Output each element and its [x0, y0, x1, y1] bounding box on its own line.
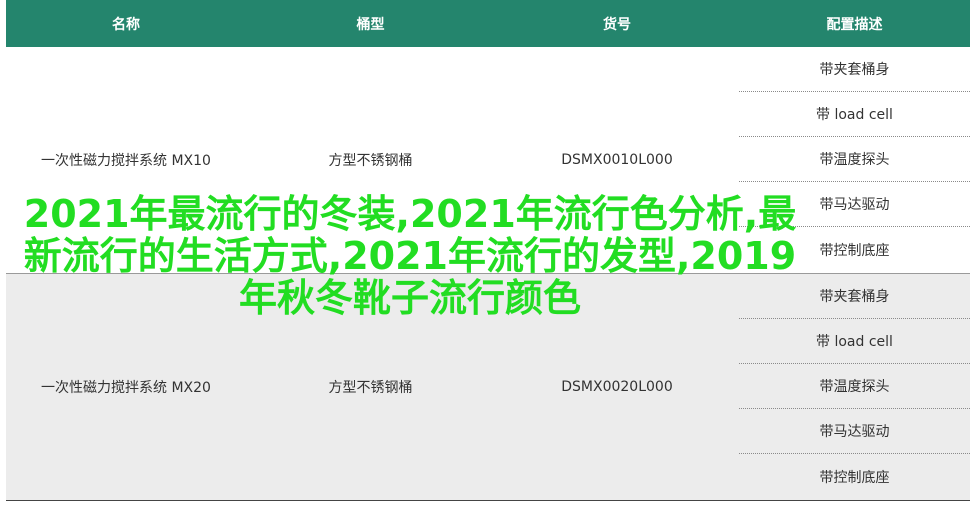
config-item: 带温度探头 [739, 364, 970, 409]
config-item: 带温度探头 [739, 137, 970, 182]
table-header: 名称 桶型 货号 配置描述 [6, 0, 970, 47]
config-item: 带 load cell [739, 319, 970, 364]
config-item: 带 load cell [739, 92, 970, 137]
header-name: 名称 [112, 16, 140, 33]
header-config: 配置描述 [826, 16, 883, 33]
header-sku: 货号 [603, 16, 631, 33]
config-item: 带马达驱动 [739, 409, 970, 454]
header-type: 桶型 [356, 16, 385, 33]
config-item: 带夹套桶身 [739, 47, 970, 92]
overlay-headline: 2021年最流行的冬装,2021年流行色分析,最新流行的生活方式,2021年流行… [23, 192, 797, 320]
config-item: 带控制底座 [819, 470, 890, 486]
